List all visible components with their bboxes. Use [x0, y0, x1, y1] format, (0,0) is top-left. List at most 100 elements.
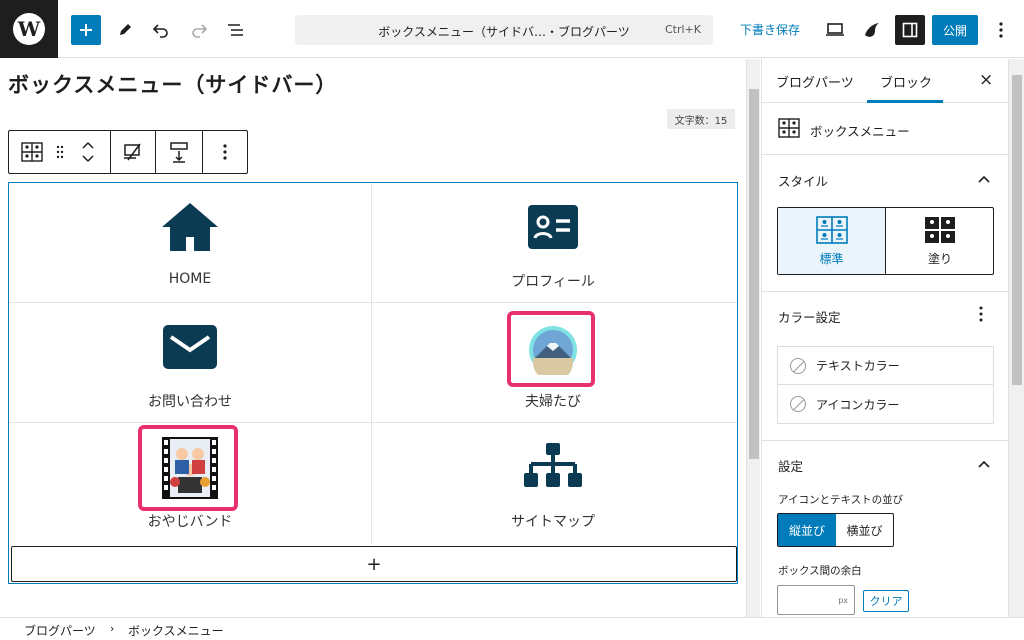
publish-button[interactable]: 公開	[932, 15, 978, 45]
more-vertical-icon	[223, 144, 227, 160]
text-color-item[interactable]: テキストカラー	[778, 347, 993, 385]
sidebar-tabs: ブログパーツ ブロック ×	[762, 59, 1008, 103]
more-vertical-icon[interactable]	[979, 306, 983, 322]
settings-sidebar-toggle[interactable]	[895, 15, 925, 45]
box-menu-block[interactable]: HOME プロフィール お問い合わせ 夫婦たび おやじバンド サイトマップ	[8, 182, 738, 584]
box-menu-item-sitemap[interactable]: サイトマップ	[372, 423, 734, 543]
document-bar[interactable]: ボックスメニュー（サイドバ…・ブログパーツ Ctrl+K	[295, 15, 713, 45]
box-menu-standard-icon	[815, 215, 848, 244]
color-item-label: テキストカラー	[816, 359, 900, 373]
clear-button[interactable]: クリア	[863, 590, 909, 612]
word-count-badge: 文字数：15	[667, 109, 735, 129]
theme-toggle-button[interactable]	[857, 15, 887, 45]
sidebar-icon	[902, 22, 918, 38]
add-block-button[interactable]	[71, 15, 101, 45]
box-menu-fill-icon	[925, 216, 955, 243]
settings-sidebar: ブログパーツ ブロック × ボックスメニュー スタイル 標準 塗り カラー設定 …	[761, 59, 1008, 617]
add-item-button[interactable]: +	[11, 546, 737, 582]
layout-label: アイコンとテキストの並び	[778, 494, 904, 506]
breadcrumb-item[interactable]: ボックスメニュー	[128, 622, 224, 639]
chevron-up-icon[interactable]	[978, 460, 990, 468]
device-hide-icon	[124, 143, 141, 161]
icon-color-item[interactable]: アイコンカラー	[778, 385, 993, 423]
redo-button[interactable]	[184, 15, 214, 45]
color-settings-list: テキストカラー アイコンカラー	[777, 346, 994, 424]
breadcrumb-item[interactable]: ブログパーツ	[24, 622, 96, 639]
move-up-down-buttons[interactable]	[75, 131, 101, 173]
redo-icon	[192, 24, 208, 38]
color-item-label: アイコンカラー	[816, 397, 900, 412]
canvas-scrollbar[interactable]	[746, 59, 760, 617]
spacing-button[interactable]	[156, 131, 202, 173]
box-menu-label: おやじバンド	[147, 514, 233, 530]
plus-icon	[80, 24, 92, 36]
save-draft-button[interactable]: 下書き保存	[740, 21, 800, 38]
block-name: ボックスメニュー	[810, 124, 910, 139]
home-icon	[162, 203, 218, 251]
swell-logo-icon	[865, 23, 879, 37]
style-option-fill[interactable]: 塗り	[887, 208, 993, 274]
chevron-up-icon[interactable]	[978, 175, 990, 183]
block-toolbar	[8, 130, 248, 174]
box-menu-label: HOME	[168, 271, 212, 287]
box-menu-item-profile[interactable]: プロフィール	[372, 183, 734, 303]
block-type-button[interactable]	[15, 131, 49, 173]
undo-icon	[152, 24, 168, 38]
profile-card-icon	[528, 205, 578, 249]
margin-bottom-icon	[170, 142, 188, 163]
layout-horizontal-option[interactable]: 横並び	[836, 514, 893, 546]
style-section-title[interactable]: スタイル	[778, 171, 828, 190]
options-menu-button[interactable]	[986, 15, 1016, 45]
no-color-swatch-icon	[790, 396, 806, 412]
drag-handle[interactable]	[51, 131, 69, 173]
band-illustration-image	[162, 437, 218, 499]
wordpress-logo-button[interactable]: W	[0, 0, 58, 58]
sidebar-scrollbar[interactable]	[1008, 59, 1024, 617]
drag-dots-icon	[56, 145, 64, 159]
mail-icon	[163, 325, 217, 369]
tab-block[interactable]: ブロック	[880, 72, 932, 91]
device-visibility-button[interactable]	[111, 131, 155, 173]
box-menu-icon	[778, 118, 800, 138]
block-options-button[interactable]	[203, 131, 247, 173]
box-menu-item-home[interactable]: HOME	[9, 183, 371, 303]
box-menu-label: サイトマップ	[511, 514, 595, 530]
document-title: ボックスメニュー（サイドバ…・ブログパーツ	[378, 25, 630, 39]
sitemap-icon	[524, 443, 582, 487]
document-overview-button[interactable]	[221, 15, 251, 45]
style-option-standard[interactable]: 標準	[778, 208, 886, 274]
no-color-swatch-icon	[790, 357, 806, 374]
editor-canvas: ボックスメニュー（サイドバー） 文字数：15 HOME プロフィール お問い合わ…	[0, 59, 746, 617]
box-menu-item-band[interactable]: おやじバンド	[9, 423, 371, 543]
style-label: 標準	[819, 251, 844, 266]
style-selector: 標準 塗り	[777, 207, 994, 275]
more-vertical-icon	[999, 22, 1003, 38]
box-menu-label: プロフィール	[511, 274, 595, 290]
chevron-up-down-icon	[82, 141, 94, 163]
box-menu-item-contact[interactable]: お問い合わせ	[9, 303, 371, 423]
color-section-title: カラー設定	[778, 310, 841, 325]
spacing-label: ボックス間の余白	[778, 565, 862, 577]
tools-button[interactable]	[110, 15, 140, 45]
tab-blog-parts[interactable]: ブログパーツ	[776, 72, 854, 91]
pencil-icon	[120, 24, 131, 35]
preview-button[interactable]	[820, 15, 850, 45]
wordpress-logo-icon: W	[13, 13, 45, 45]
list-view-icon	[228, 24, 243, 36]
layout-vertical-option[interactable]: 縦並び	[778, 514, 836, 546]
editor-topbar: W ボックスメニュー（サイドバ…・ブログパーツ Ctrl+K 下書き保存 公開	[0, 0, 1024, 58]
post-title[interactable]: ボックスメニュー（サイドバー）	[8, 69, 337, 99]
box-menu-item-travel[interactable]: 夫婦たび	[372, 303, 734, 423]
layout-toggle: 縦並び 横並び	[777, 513, 894, 547]
close-sidebar-button[interactable]: ×	[979, 70, 993, 90]
spacing-input[interactable]: px	[777, 585, 855, 615]
undo-button[interactable]	[146, 15, 176, 45]
breadcrumb: ブログパーツ › ボックスメニュー	[0, 617, 1024, 640]
box-menu-icon	[21, 142, 43, 162]
settings-section-title[interactable]: 設定	[778, 456, 803, 475]
box-menu-label: 夫婦たび	[525, 394, 581, 410]
unit-label: px	[838, 596, 848, 605]
chevron-right-icon: ›	[110, 622, 115, 635]
desktop-preview-icon	[826, 23, 844, 36]
command-shortcut: Ctrl+K	[664, 23, 701, 36]
